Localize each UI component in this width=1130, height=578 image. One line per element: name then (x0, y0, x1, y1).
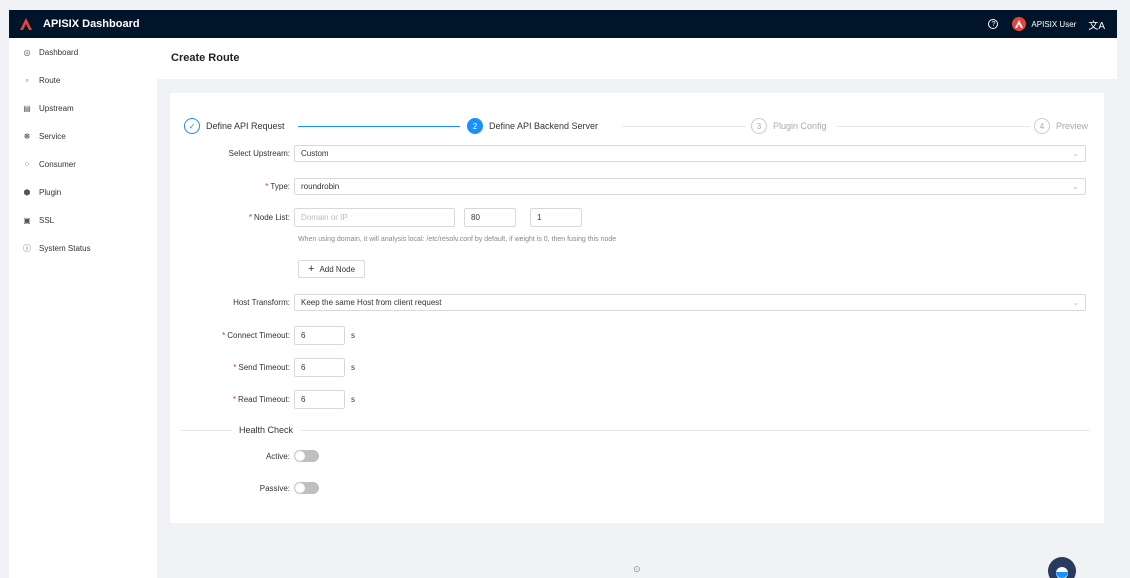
active-toggle[interactable] (294, 450, 319, 462)
add-node-button[interactable]: + Add Node (298, 260, 366, 278)
type-dropdown[interactable]: roundrobin ⌄ (294, 177, 1086, 195)
upstream-icon: ▤ (23, 103, 31, 113)
create-route-card: ✓ Define API Request 2 Define API Backen… (170, 93, 1104, 523)
sidebar-item-label: Service (39, 131, 66, 141)
sidebar-item-consumer[interactable]: ⁘ Consumer (9, 150, 157, 178)
node-list-label: Node List (253, 212, 288, 222)
step-preview[interactable]: 4 Preview (1034, 115, 1088, 137)
chevron-down-icon: ⌄ (1072, 148, 1079, 158)
active-label: Active (265, 451, 288, 461)
user-avatar[interactable] (1012, 17, 1027, 31)
send-timeout-unit: s (351, 362, 355, 372)
read-timeout-unit: s (351, 394, 355, 404)
select-upstream-row: Select Upstream: Custom ⌄ (170, 144, 1086, 162)
node-list-row: * Node List: Domain or IP 80 1 (170, 207, 582, 227)
passive-toggle[interactable] (294, 482, 319, 494)
brand-title[interactable]: APISIX Dashboard (43, 18, 140, 30)
plugin-icon: ⬢ (23, 187, 31, 197)
help-icon[interactable]: ? (988, 19, 999, 29)
sidebar-item-label: SSL (39, 215, 55, 225)
sidebar-item-dashboard[interactable]: ◎ Dashboard (9, 38, 157, 66)
passive-label: Passive (259, 483, 288, 493)
page-header: Create Route (157, 38, 1117, 79)
sidebar-item-route[interactable]: ▫ Route (9, 66, 157, 94)
chevron-down-icon: ⌄ (1072, 297, 1079, 307)
host-transform-dropdown[interactable]: Keep the same Host from client request ⌄ (294, 293, 1086, 311)
step-title: Define API Backend Server (489, 121, 599, 131)
service-icon: ❋ (23, 131, 31, 141)
connect-timeout-row: * Connect Timeout: 6 s (170, 325, 355, 345)
health-check-divider: Health Check (180, 423, 1090, 437)
type-row: * Type: roundrobin ⌄ (170, 177, 1086, 195)
step-title: Preview (1056, 121, 1089, 131)
sidebar-item-plugin[interactable]: ⬢ Plugin (9, 178, 157, 206)
host-transform-value: Keep the same Host from client request (301, 297, 442, 307)
connect-timeout-unit: s (351, 330, 355, 340)
route-icon: ▫ (25, 75, 29, 85)
node-port-input[interactable]: 80 (464, 207, 516, 227)
connect-timeout-label: Connect Timeout (227, 330, 288, 340)
top-navbar: APISIX Dashboard ? APISIX User 文A (9, 10, 1117, 38)
step-plugin-config[interactable]: 3 Plugin Config (751, 115, 827, 137)
step-connector (622, 126, 746, 127)
node-weight-input[interactable]: 1 (530, 207, 582, 227)
sidebar-item-label: System Status (39, 243, 91, 253)
user-name[interactable]: APISIX User (1031, 20, 1076, 29)
consumer-icon: ⁘ (23, 159, 31, 169)
type-value: roundrobin (301, 181, 340, 191)
sidebar-item-label: Plugin (39, 187, 62, 197)
add-node-label: Add Node (319, 264, 356, 274)
read-timeout-input[interactable]: 6 (294, 389, 345, 409)
step-connector (298, 126, 460, 127)
send-timeout-label: Send Timeout (238, 362, 288, 372)
send-timeout-input[interactable]: 6 (294, 357, 345, 377)
sidebar: ◎ Dashboard ▫ Route ▤ Upstream ❋ Service ⁘ Co… (9, 38, 157, 578)
check-icon: ✓ (184, 118, 200, 134)
active-row: Active: (170, 447, 319, 465)
sidebar-item-label: Dashboard (39, 47, 79, 57)
select-upstream-dropdown[interactable]: Custom ⌄ (294, 144, 1086, 162)
ssl-icon: ▣ (23, 215, 31, 225)
type-label: Type (270, 181, 288, 191)
language-icon[interactable]: 文A (1088, 17, 1105, 32)
select-upstream-value: Custom (301, 148, 329, 158)
page-title: Create Route (171, 52, 240, 64)
step-number: 3 (751, 118, 767, 134)
sidebar-item-system-status[interactable]: ⓘ System Status (9, 234, 157, 262)
passive-row: Passive: (170, 479, 319, 497)
step-number: 2 (467, 118, 483, 134)
node-host-input[interactable]: Domain or IP (294, 207, 455, 227)
github-icon[interactable]: ⊙ (633, 564, 641, 575)
health-check-title: Health Check (239, 425, 294, 435)
dashboard-icon: ◎ (23, 47, 31, 57)
plus-icon: + (308, 263, 315, 275)
read-timeout-row: * Read Timeout: 6 s (170, 389, 355, 409)
step-title: Define API Request (206, 121, 285, 131)
step-number: 4 (1034, 118, 1050, 134)
step-define-api-request[interactable]: ✓ Define API Request (184, 115, 285, 137)
read-timeout-label: Read Timeout (237, 394, 288, 404)
apisix-logo-icon[interactable] (19, 17, 33, 31)
connect-timeout-input[interactable]: 6 (294, 325, 345, 345)
sidebar-item-ssl[interactable]: ▣ SSL (9, 206, 157, 234)
sidebar-item-upstream[interactable]: ▤ Upstream (9, 94, 157, 122)
step-define-api-backend-server[interactable]: 2 Define API Backend Server (467, 115, 598, 137)
steps-bar: ✓ Define API Request 2 Define API Backen… (184, 115, 1090, 137)
step-title: Plugin Config (773, 121, 827, 131)
host-transform-label: Host Transform (233, 297, 288, 307)
node-list-hint: When using domain, it will analysis loca… (298, 236, 617, 243)
send-timeout-row: * Send Timeout: 6 s (170, 357, 355, 377)
help-float-button[interactable] (1048, 557, 1076, 578)
host-transform-row: Host Transform: Keep the same Host from … (170, 293, 1086, 311)
sidebar-item-label: Route (39, 75, 61, 85)
info-icon: ⓘ (23, 243, 31, 253)
chevron-down-icon: ⌄ (1072, 181, 1079, 191)
select-upstream-label: Select Upstream (228, 148, 288, 158)
step-connector (836, 126, 1030, 127)
sidebar-item-label: Upstream (39, 103, 74, 113)
sidebar-item-service[interactable]: ❋ Service (9, 122, 157, 150)
sidebar-item-label: Consumer (39, 159, 76, 169)
